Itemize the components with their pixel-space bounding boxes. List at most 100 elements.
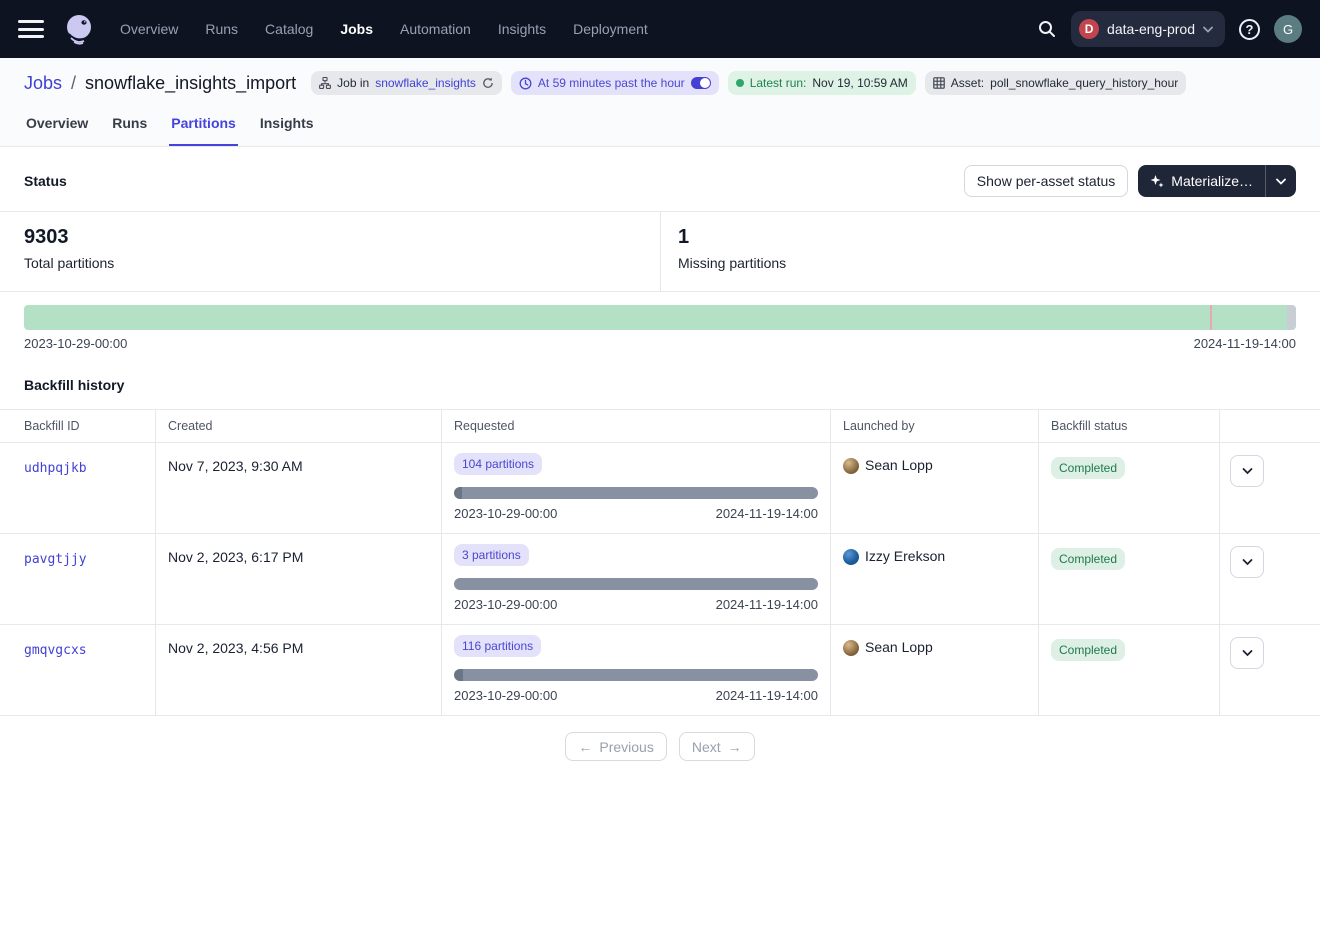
launcher-name: Sean Lopp	[865, 457, 933, 473]
breadcrumb-separator: /	[71, 73, 76, 94]
materialize-split-button: Materialize…	[1138, 165, 1296, 197]
total-partitions-value: 9303	[24, 226, 636, 249]
backfill-id-link[interactable]: gmqvgcxs	[24, 643, 87, 658]
status-section-title: Status	[24, 173, 67, 189]
nav-item-runs[interactable]: Runs	[205, 21, 238, 37]
backfill-range-end: 2024-11-19-14:00	[716, 597, 818, 612]
materialize-button[interactable]: Materialize…	[1138, 165, 1265, 197]
backfill-status-badge: Completed	[1051, 457, 1125, 479]
nav-item-automation[interactable]: Automation	[400, 21, 471, 37]
partition-stats: 9303 Total partitions 1 Missing partitio…	[0, 211, 1320, 292]
user-avatar[interactable]: G	[1274, 15, 1302, 43]
row-actions-button[interactable]	[1230, 455, 1264, 487]
tab-runs[interactable]: Runs	[110, 103, 149, 146]
failed-partition-marker	[1210, 305, 1212, 330]
requested-partitions-badge: 3 partitions	[454, 544, 529, 566]
backfill-created: Nov 2, 2023, 6:17 PM	[155, 534, 441, 624]
help-icon[interactable]: ?	[1239, 19, 1260, 40]
refresh-icon[interactable]	[482, 77, 494, 89]
latest-run-time[interactable]: Nov 19, 10:59 AM	[812, 76, 907, 90]
nav-item-insights[interactable]: Insights	[498, 21, 546, 37]
backfill-requested-cell: 104 partitions 2023-10-29-00:00 2024-11-…	[441, 443, 830, 533]
backfill-created: Nov 7, 2023, 9:30 AM	[155, 443, 441, 533]
breadcrumb: Jobs / snowflake_insights_import Job in …	[0, 58, 1320, 103]
job-tag-prefix: Job in	[337, 76, 369, 90]
arrow-right-icon: →	[728, 739, 742, 755]
workspace-badge: D	[1079, 19, 1099, 39]
top-nav: Overview Runs Catalog Jobs Automation In…	[0, 0, 1320, 58]
workspace-switcher[interactable]: D data-eng-prod	[1071, 11, 1225, 47]
row-actions-button[interactable]	[1230, 637, 1264, 669]
schedule-label: At 59 minutes past the hour	[538, 76, 685, 90]
launcher-avatar	[843, 549, 859, 565]
nav-item-catalog[interactable]: Catalog	[265, 21, 313, 37]
missing-partitions-label: Missing partitions	[678, 255, 1296, 271]
page-title: snowflake_insights_import	[85, 73, 296, 94]
partition-health-bar[interactable]	[24, 305, 1296, 330]
backfill-id-link[interactable]: udhpqjkb	[24, 461, 87, 476]
launcher-name: Sean Lopp	[865, 639, 933, 655]
pagination: ← Previous Next →	[0, 716, 1320, 777]
nav-item-overview[interactable]: Overview	[120, 21, 178, 37]
backfill-range-end: 2024-11-19-14:00	[716, 506, 818, 521]
tab-insights[interactable]: Insights	[258, 103, 316, 146]
col-backfill-status: Backfill status	[1038, 410, 1219, 442]
menu-icon[interactable]	[18, 20, 44, 38]
backfill-range-bar	[454, 669, 818, 681]
asset-grid-icon	[933, 77, 945, 89]
search-icon[interactable]	[1037, 19, 1057, 39]
partitions-content: Status Show per-asset status Materialize…	[0, 147, 1320, 777]
run-status-dot	[736, 79, 744, 87]
latest-run-label: Latest run:	[750, 76, 807, 90]
previous-page-button[interactable]: ← Previous	[565, 732, 666, 761]
chevron-down-icon	[1242, 467, 1253, 475]
primary-nav: Overview Runs Catalog Jobs Automation In…	[120, 21, 648, 37]
schedule-tag: At 59 minutes past the hour	[511, 71, 719, 95]
backfill-status-badge: Completed	[1051, 548, 1125, 570]
materialize-dropdown-button[interactable]	[1266, 165, 1296, 197]
clock-icon	[519, 77, 532, 90]
backfill-row: udhpqjkb Nov 7, 2023, 9:30 AM 104 partit…	[0, 443, 1320, 534]
page-tabs: Overview Runs Partitions Insights	[0, 103, 1320, 146]
job-graph-icon	[319, 77, 331, 89]
breadcrumb-jobs-link[interactable]: Jobs	[24, 73, 62, 94]
tab-overview[interactable]: Overview	[24, 103, 90, 146]
backfill-id-link[interactable]: pavgtjjy	[24, 552, 87, 567]
backfill-row: gmqvgcxs Nov 2, 2023, 4:56 PM 116 partit…	[0, 625, 1320, 716]
backfill-status-badge: Completed	[1051, 639, 1125, 661]
next-page-button[interactable]: Next →	[679, 732, 755, 761]
show-per-asset-status-button[interactable]: Show per-asset status	[964, 165, 1129, 197]
backfill-history-title: Backfill history	[0, 351, 1320, 409]
asset-label: Asset:	[951, 76, 984, 90]
range-end-label: 2024-11-19-14:00	[1194, 336, 1296, 351]
backfill-row: pavgtjjy Nov 2, 2023, 6:17 PM 3 partitio…	[0, 534, 1320, 625]
job-location-tag: Job in snowflake_insights	[311, 71, 502, 95]
backfill-range-bar	[454, 487, 818, 499]
requested-range-segment	[454, 669, 463, 681]
nav-item-deployment[interactable]: Deployment	[573, 21, 648, 37]
chevron-down-icon	[1242, 558, 1253, 566]
col-backfill-id: Backfill ID	[0, 410, 155, 442]
backfill-range-end: 2024-11-19-14:00	[716, 688, 818, 703]
missing-partitions-value: 1	[678, 226, 1296, 249]
partition-range-labels: 2023-10-29-00:00 2024-11-19-14:00	[0, 330, 1320, 351]
backfill-range-start: 2023-10-29-00:00	[454, 597, 557, 612]
row-actions-button[interactable]	[1230, 546, 1264, 578]
arrow-left-icon: ←	[578, 739, 592, 755]
requested-partitions-badge: 104 partitions	[454, 453, 542, 475]
backfill-table: Backfill ID Created Requested Launched b…	[0, 409, 1320, 716]
asset-name-link[interactable]: poll_snowflake_query_history_hour	[990, 76, 1178, 90]
sparkle-icon	[1150, 174, 1164, 188]
total-partitions-stat: 9303 Total partitions	[0, 212, 660, 291]
backfill-requested-cell: 116 partitions 2023-10-29-00:00 2024-11-…	[441, 625, 830, 715]
col-actions	[1219, 410, 1320, 442]
dagster-logo-icon[interactable]	[60, 10, 98, 48]
tab-partitions[interactable]: Partitions	[169, 103, 238, 146]
nav-item-jobs[interactable]: Jobs	[340, 21, 373, 37]
code-location-link[interactable]: snowflake_insights	[375, 76, 476, 90]
launcher-avatar	[843, 458, 859, 474]
backfill-range-start: 2023-10-29-00:00	[454, 688, 557, 703]
requested-range-segment	[454, 487, 462, 499]
schedule-toggle[interactable]	[691, 77, 711, 89]
backfill-requested-cell: 3 partitions 2023-10-29-00:00 2024-11-19…	[441, 534, 830, 624]
